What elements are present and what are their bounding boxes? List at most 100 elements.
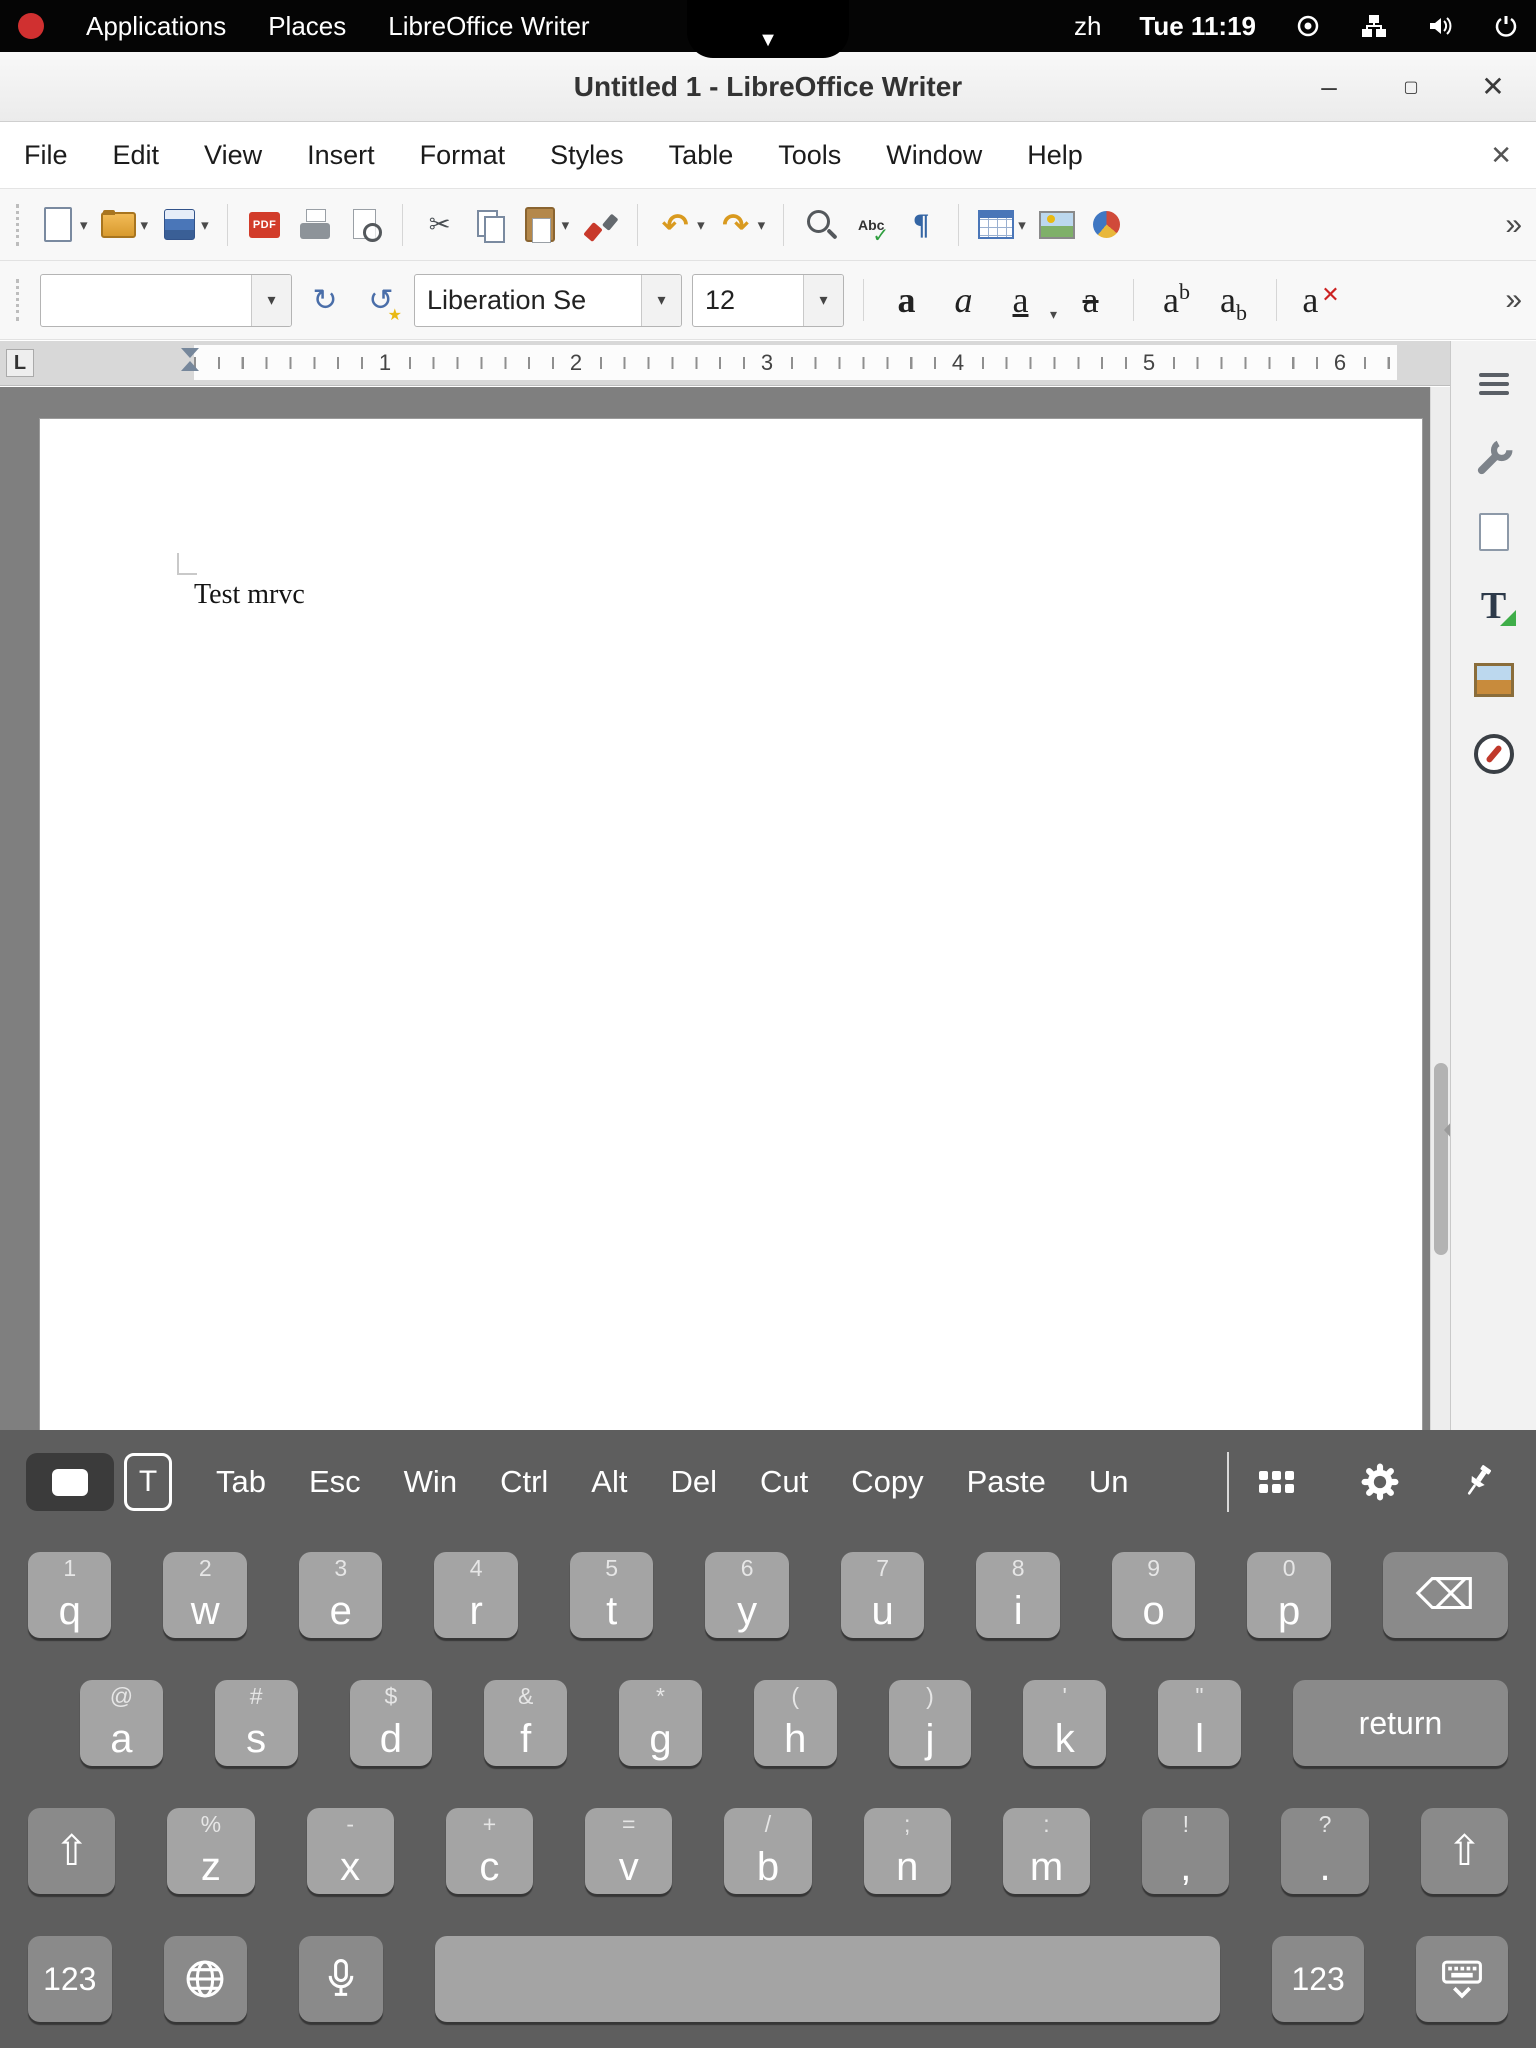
keyboard-mode-toggle[interactable]: T <box>26 1453 172 1511</box>
fnkey-tab[interactable]: Tab <box>216 1464 266 1500</box>
key-e[interactable]: 3e <box>299 1552 382 1638</box>
key-s[interactable]: #s <box>215 1680 298 1766</box>
key-n[interactable]: ;n <box>864 1808 951 1894</box>
tab-stop-selector[interactable]: L <box>6 349 34 377</box>
update-style-button[interactable]: ↻ <box>302 275 348 325</box>
volume-icon[interactable] <box>1426 12 1454 40</box>
key-,[interactable]: !, <box>1142 1808 1229 1894</box>
underline-dropdown-icon[interactable]: ▾ <box>1050 306 1057 323</box>
key-c[interactable]: +c <box>446 1808 533 1894</box>
font-name-value[interactable]: Liberation Se <box>415 275 641 326</box>
export-pdf-button[interactable] <box>243 203 287 247</box>
key-return[interactable]: return <box>1293 1680 1508 1766</box>
superscript-button[interactable]: a <box>1153 274 1200 327</box>
subscript-button[interactable]: a <box>1210 274 1257 327</box>
key-u[interactable]: 7u <box>841 1552 924 1638</box>
key-backspace[interactable]: ⌫ <box>1383 1552 1508 1638</box>
menu-view[interactable]: View <box>198 136 268 175</box>
fnkey-esc[interactable]: Esc <box>309 1464 361 1500</box>
find-replace-button[interactable] <box>799 203 843 247</box>
clone-formatting-button[interactable] <box>578 203 622 247</box>
document-text[interactable]: Test mrvc <box>194 579 305 611</box>
key-k[interactable]: 'k <box>1023 1680 1106 1766</box>
paste-button[interactable]: ▾ <box>518 203 573 247</box>
document-close-button[interactable]: ✕ <box>1490 140 1512 171</box>
key-shift-right[interactable]: ⇧ <box>1421 1808 1508 1894</box>
formatting-marks-button[interactable]: ¶ <box>899 203 943 247</box>
sidebar-navigator-button[interactable] <box>1465 725 1523 783</box>
fnkey-win[interactable]: Win <box>404 1464 457 1500</box>
scrollbar-thumb[interactable] <box>1434 1063 1448 1255</box>
key-dictation[interactable] <box>299 1936 383 2022</box>
dropdown-arrow-icon[interactable]: ▾ <box>758 216 766 234</box>
key-l[interactable]: "l <box>1158 1680 1241 1766</box>
cut-button[interactable]: ✂ <box>418 203 462 247</box>
clock[interactable]: Tue 11:19 <box>1139 11 1256 42</box>
italic-button[interactable]: a <box>940 274 987 327</box>
clear-formatting-button[interactable]: a <box>1296 274 1343 327</box>
fnkey-ctrl[interactable]: Ctrl <box>500 1464 548 1500</box>
sidebar-settings-button[interactable] <box>1465 355 1523 413</box>
key-v[interactable]: =v <box>585 1808 672 1894</box>
key-j[interactable]: )j <box>889 1680 972 1766</box>
key-h[interactable]: (h <box>754 1680 837 1766</box>
menu-styles[interactable]: Styles <box>544 136 630 175</box>
key-numbers-right[interactable]: 123 <box>1272 1936 1364 2022</box>
dropdown-arrow-icon[interactable]: ▾ <box>141 216 149 234</box>
menu-file[interactable]: File <box>18 136 74 175</box>
input-method-indicator[interactable]: zh <box>1074 11 1101 42</box>
active-app-menu[interactable]: LibreOffice Writer <box>388 11 589 42</box>
key-z[interactable]: %z <box>167 1808 254 1894</box>
bold-button[interactable]: a <box>883 274 930 327</box>
strikethrough-button[interactable]: a <box>1067 274 1114 327</box>
key-globe[interactable] <box>164 1936 248 2022</box>
key-b[interactable]: /b <box>724 1808 811 1894</box>
window-titlebar[interactable]: Untitled 1 - LibreOffice Writer – ▢ ✕ <box>0 52 1536 122</box>
places-menu[interactable]: Places <box>268 11 346 42</box>
redo-button[interactable]: ↷▾ <box>714 203 769 247</box>
menu-edit[interactable]: Edit <box>107 136 166 175</box>
key-dismiss-keyboard[interactable] <box>1416 1936 1508 2022</box>
menu-insert[interactable]: Insert <box>301 136 381 175</box>
vertical-scrollbar[interactable] <box>1430 387 1450 1430</box>
key-x[interactable]: -x <box>307 1808 394 1894</box>
text-mode-toggle[interactable]: T <box>124 1453 172 1511</box>
close-button[interactable]: ✕ <box>1476 70 1510 103</box>
document-workspace[interactable]: Test mrvc <box>0 387 1430 1430</box>
key-w[interactable]: 2w <box>163 1552 246 1638</box>
keyboard-layout-grid-icon[interactable] <box>1259 1471 1268 1480</box>
key-f[interactable]: &f <box>484 1680 567 1766</box>
dropdown-arrow-icon[interactable]: ▾ <box>697 216 705 234</box>
new-style-button[interactable]: ↺ <box>358 275 404 325</box>
key-r[interactable]: 4r <box>434 1552 517 1638</box>
toolbar-grip[interactable] <box>16 279 22 321</box>
screen-cast-icon[interactable] <box>1294 12 1322 40</box>
save-button[interactable]: ▾ <box>157 203 212 247</box>
toolbar-overflow-button[interactable]: » <box>1505 208 1522 242</box>
keyboard-settings-gear-icon[interactable] <box>1360 1462 1400 1502</box>
key-shift-left[interactable]: ⇧ <box>28 1808 115 1894</box>
menu-table[interactable]: Table <box>663 136 740 175</box>
top-notch-handle[interactable]: ▼ <box>687 0 849 58</box>
spelling-button[interactable]: Abc <box>849 203 893 247</box>
font-size-value[interactable]: 12 <box>693 275 803 326</box>
fnkey-del[interactable]: Del <box>670 1464 717 1500</box>
print-preview-button[interactable] <box>343 203 387 247</box>
sidebar-page-button[interactable] <box>1465 503 1523 561</box>
font-size-combobox[interactable]: 12 ▾ <box>692 274 844 327</box>
keyboard-pin-icon[interactable] <box>1462 1462 1496 1502</box>
chevron-down-icon[interactable]: ▾ <box>641 275 681 326</box>
fnkey-copy[interactable]: Copy <box>851 1464 923 1500</box>
hanging-indent-icon[interactable] <box>181 361 199 371</box>
key-m[interactable]: :m <box>1003 1808 1090 1894</box>
dropdown-arrow-icon[interactable]: ▾ <box>80 216 88 234</box>
key-i[interactable]: 8i <box>976 1552 1059 1638</box>
horizontal-ruler[interactable]: 123456 L <box>0 341 1450 386</box>
menu-window[interactable]: Window <box>880 136 988 175</box>
insert-chart-button[interactable] <box>1085 203 1129 247</box>
toolbar-grip[interactable] <box>16 204 22 246</box>
dropdown-arrow-icon[interactable]: ▾ <box>201 216 209 234</box>
trackpad-toggle-icon[interactable] <box>26 1453 114 1511</box>
key-d[interactable]: $d <box>350 1680 433 1766</box>
indent-marker[interactable] <box>181 348 199 371</box>
